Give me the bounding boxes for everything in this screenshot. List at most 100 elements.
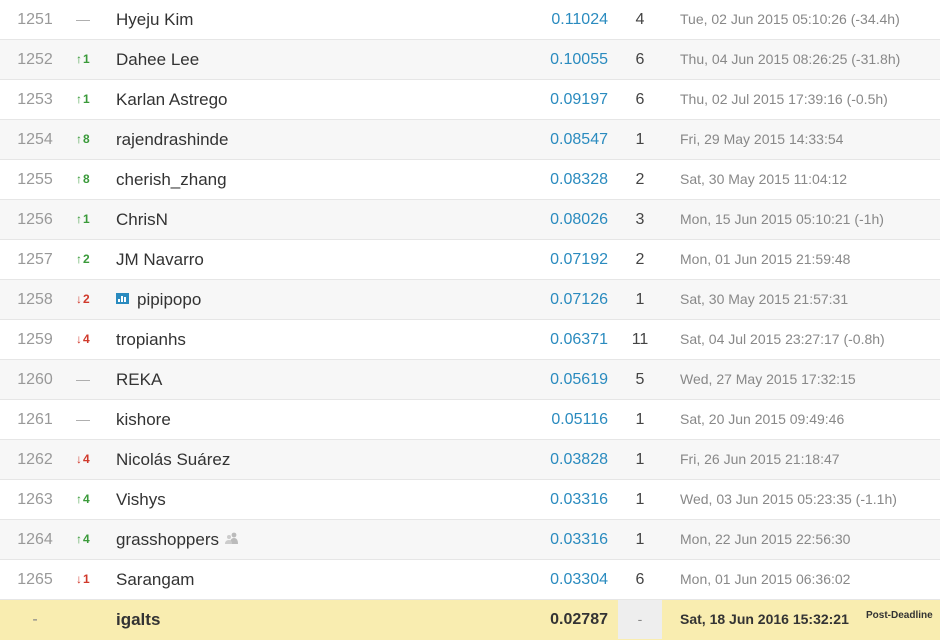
rank-cell: - <box>32 611 38 628</box>
team-name[interactable]: Vishys <box>116 480 516 519</box>
team-name[interactable]: Dahee Lee <box>116 40 516 79</box>
table-row[interactable]: 1252 ↑1 Dahee Lee 0.10055 6 Thu, 04 Jun 2015 … <box>0 40 940 80</box>
table-row[interactable]: 1254 ↑8 rajendrashinde 0.08547 1 Fri, 29 May … <box>0 120 940 160</box>
rank-change: — <box>76 0 106 39</box>
team-name[interactable]: grasshoppers <box>116 520 516 559</box>
arrow-up-icon: ↑ <box>76 252 82 266</box>
table-row[interactable]: 1263 ↑4 Vishys 0.03316 1 Wed, 03 Jun 2015 05:… <box>0 480 940 520</box>
table-row[interactable]: 1264 ↑4 grasshoppers 0.03316 1 Mon, 22 Jun 20… <box>0 520 940 560</box>
team-name-label[interactable]: JM Navarro <box>116 250 204 269</box>
arrow-down-icon: ↓ <box>76 292 82 306</box>
team-name-label[interactable]: Vishys <box>116 490 166 509</box>
table-row[interactable]: 1255 ↑8 cherish_zhang 0.08328 2 Sat, 30 May 2… <box>0 160 940 200</box>
team-name-label[interactable]: REKA <box>116 370 162 389</box>
team-name[interactable]: Sarangam <box>116 560 516 599</box>
team-name[interactable]: tropianhs <box>116 320 516 359</box>
team-name[interactable]: Karlan Astrego <box>116 80 516 119</box>
entries-cell: - <box>618 600 662 639</box>
table-row[interactable]: 1256 ↑1 ChrisN 0.08026 3 Mon, 15 Jun 2015 05:… <box>0 200 940 240</box>
table-row[interactable]: 1262 ↓4 Nicolás Suárez 0.03828 1 Fri, 26 Jun … <box>0 440 940 480</box>
table-row[interactable]: 1265 ↓1 Sarangam 0.03304 6 Mon, 01 Jun 2015 0… <box>0 560 940 600</box>
rank-cell: 1265 <box>17 571 53 588</box>
rank-change: ↑8 <box>76 120 106 159</box>
score-cell: 0.08547 <box>550 131 608 148</box>
my-submission-row[interactable]: - igalts 0.02787- Sat, 18 Jun 2016 15:32:21… <box>0 600 940 640</box>
team-name-label[interactable]: Sarangam <box>116 570 194 589</box>
rank-change: — <box>76 360 106 399</box>
team-name[interactable]: REKA <box>116 360 516 399</box>
last-submission-cell: Mon, 01 Jun 2015 06:36:02 <box>680 571 851 587</box>
last-submission-cell: Mon, 01 Jun 2015 21:59:48 <box>680 251 851 267</box>
rank-change-value: 1 <box>83 212 90 226</box>
rank-change-value: 2 <box>83 292 90 306</box>
table-row[interactable]: 1261 — kishore 0.05116 1 Sat, 20 Jun 2015 09:… <box>0 400 940 440</box>
rank-cell: 1251 <box>17 11 53 28</box>
score-cell: 0.09197 <box>550 91 608 108</box>
entries-cell: 1 <box>635 531 645 548</box>
team-name[interactable]: cherish_zhang <box>116 160 516 199</box>
team-name[interactable]: Hyeju Kim <box>116 0 516 39</box>
arrow-up-icon: ↑ <box>76 92 82 106</box>
team-name-label[interactable]: rajendrashinde <box>116 130 228 149</box>
team-name[interactable]: pipipopo <box>116 280 516 319</box>
rank-change-value: — <box>76 11 90 27</box>
arrow-up-icon: ↑ <box>76 532 82 546</box>
last-submission-cell: Wed, 03 Jun 2015 05:23:35 (-1.1h) <box>680 491 897 507</box>
entries-cell: 6 <box>635 51 645 68</box>
table-row[interactable]: 1257 ↑2 JM Navarro 0.07192 2 Mon, 01 Jun 2015… <box>0 240 940 280</box>
last-submission-cell: Mon, 15 Jun 2015 05:10:21 (-1h) <box>680 211 884 227</box>
arrow-up-icon: ↑ <box>76 172 82 186</box>
table-row[interactable]: 1260 — REKA 0.05619 5 Wed, 27 May 2015 17:32:… <box>0 360 940 400</box>
score-cell: 0.02787 <box>550 611 608 628</box>
team-name[interactable]: ChrisN <box>116 200 516 239</box>
arrow-up-icon: ↑ <box>76 132 82 146</box>
team-name-label[interactable]: Hyeju Kim <box>116 10 193 29</box>
team-name[interactable]: Nicolás Suárez <box>116 440 516 479</box>
score-cell: 0.03828 <box>550 451 608 468</box>
score-cell: 0.10055 <box>550 51 608 68</box>
team-name-label[interactable]: grasshoppers <box>116 530 219 549</box>
table-row[interactable]: 1258 ↓2 pipipopo 0.07126 1 Sat, 30 May 2015 2… <box>0 280 940 320</box>
score-cell: 0.11024 <box>551 11 608 28</box>
entries-cell: 6 <box>635 91 645 108</box>
team-name-label[interactable]: Karlan Astrego <box>116 90 228 109</box>
entries-cell: 2 <box>635 251 645 268</box>
rank-cell: 1253 <box>17 91 53 108</box>
rank-cell: 1262 <box>17 451 53 468</box>
team-name-label[interactable]: tropianhs <box>116 330 186 349</box>
team-name[interactable]: kishore <box>116 400 516 439</box>
rank-change: ↑8 <box>76 160 106 199</box>
team-name-label[interactable]: pipipopo <box>137 290 201 309</box>
rank-cell: 1254 <box>17 131 53 148</box>
table-row[interactable]: 1253 ↑1 Karlan Astrego 0.09197 6 Thu, 02 Jul … <box>0 80 940 120</box>
entries-cell: 3 <box>635 211 645 228</box>
team-name-label[interactable]: cherish_zhang <box>116 170 227 189</box>
entries-cell: 1 <box>635 491 645 508</box>
arrow-down-icon: ↓ <box>76 332 82 346</box>
rank-change: ↑2 <box>76 240 106 279</box>
last-submission-cell: Sat, 04 Jul 2015 23:27:17 (-0.8h) <box>680 331 885 347</box>
team-name-label[interactable]: kishore <box>116 410 171 429</box>
arrow-down-icon: ↓ <box>76 572 82 586</box>
rank-change-value: 4 <box>83 332 90 346</box>
rank-change-value: 4 <box>83 492 90 506</box>
team-name-label[interactable]: ChrisN <box>116 210 168 229</box>
team-name[interactable]: rajendrashinde <box>116 120 516 159</box>
chart-icon <box>116 279 129 318</box>
team-icon <box>225 519 239 558</box>
rank-change: ↓4 <box>76 440 106 479</box>
rank-cell: 1264 <box>17 531 53 548</box>
team-name[interactable]: JM Navarro <box>116 240 516 279</box>
last-submission-cell: Fri, 29 May 2015 14:33:54 <box>680 131 844 147</box>
last-submission-cell: Mon, 22 Jun 2015 22:56:30 <box>680 531 851 547</box>
score-cell: 0.07126 <box>550 291 608 308</box>
table-row[interactable]: 1251 — Hyeju Kim 0.11024 4 Tue, 02 Jun 2015 0… <box>0 0 940 40</box>
team-name-label[interactable]: Dahee Lee <box>116 50 199 69</box>
team-name[interactable]: igalts <box>116 600 516 639</box>
last-submission-cell: Tue, 02 Jun 2015 05:10:26 (-34.4h) <box>680 11 900 27</box>
table-row[interactable]: 1259 ↓4 tropianhs 0.06371 11 Sat, 04 Jul 2015… <box>0 320 940 360</box>
entries-cell: 1 <box>635 451 645 468</box>
rank-change-value: 2 <box>83 252 90 266</box>
rank-cell: 1256 <box>17 211 53 228</box>
team-name-label[interactable]: Nicolás Suárez <box>116 450 230 469</box>
